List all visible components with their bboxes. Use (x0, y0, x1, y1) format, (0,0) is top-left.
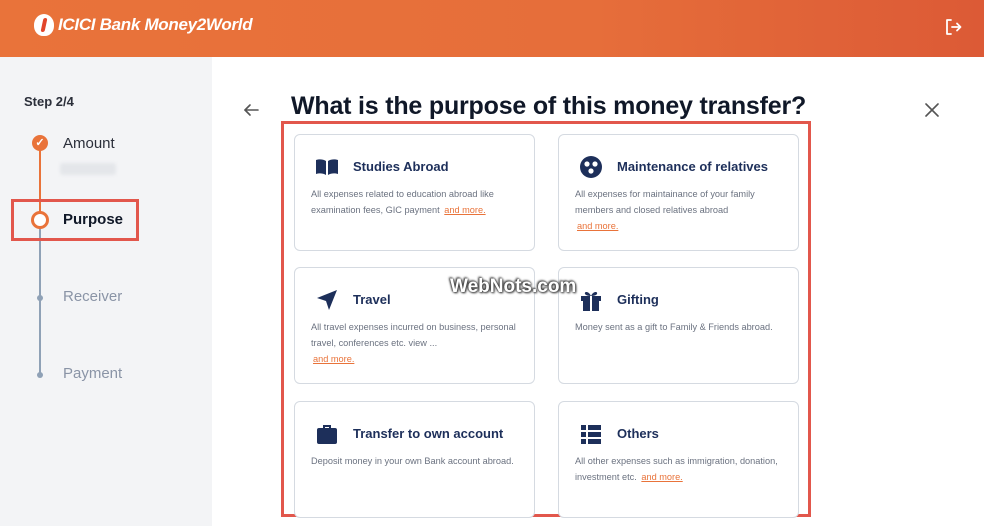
card-title: Gifting (617, 292, 659, 307)
purpose-card-maintenance-of-relatives[interactable]: Maintenance of relatives All expenses fo… (558, 134, 799, 251)
card-description: All other expenses such as immigration, … (575, 453, 785, 485)
close-icon[interactable] (925, 103, 939, 117)
more-link[interactable]: and more. (641, 472, 682, 482)
amount-value-blurred (60, 163, 116, 175)
more-link[interactable]: and more. (313, 354, 354, 364)
card-title: Studies Abroad (353, 159, 449, 174)
book-icon (316, 159, 338, 175)
card-description: All expenses for maintainance of your fa… (575, 186, 785, 234)
card-desc-text: Deposit money in your own Bank account a… (311, 456, 514, 466)
app-header: ICICI Bank Money2World (0, 0, 984, 57)
brand-name: ICICI Bank Money2World (58, 15, 253, 34)
card-description: Deposit money in your own Bank account a… (311, 453, 521, 469)
purpose-card-transfer-to-own-account[interactable]: Transfer to own account Deposit money in… (294, 401, 535, 518)
card-title: Travel (353, 292, 391, 307)
step-amount[interactable]: Amount (63, 135, 115, 152)
more-link[interactable]: and more. (577, 221, 618, 231)
purpose-card-studies-abroad[interactable]: Studies Abroad All expenses related to e… (294, 134, 535, 251)
card-desc-text: All expenses for maintainance of your fa… (575, 189, 755, 215)
icici-logo-icon (34, 14, 54, 36)
back-arrow-icon[interactable] (243, 102, 259, 118)
watermark: WebNots.com (450, 276, 577, 297)
step-dot-receiver (37, 295, 43, 301)
step-dot-payment (37, 372, 43, 378)
progress-line-pending (39, 228, 41, 376)
purpose-card-gifting[interactable]: Gifting Money sent as a gift to Family &… (558, 267, 799, 384)
checkmark-icon: ✓ (32, 135, 48, 151)
briefcase-icon (317, 425, 337, 444)
card-description: All expenses related to education abroad… (311, 186, 521, 218)
purpose-card-others[interactable]: Others All other expenses such as immigr… (558, 401, 799, 518)
card-description: Money sent as a gift to Family & Friends… (575, 319, 785, 335)
card-desc-text: All travel expenses incurred on business… (311, 322, 516, 348)
logout-icon[interactable] (944, 18, 962, 36)
card-title: Others (617, 426, 659, 441)
card-title: Transfer to own account (353, 426, 504, 441)
step-receiver: Receiver (63, 288, 123, 305)
step-counter: Step 2/4 (24, 94, 74, 109)
card-description: All travel expenses incurred on business… (311, 319, 521, 367)
brand-logo: ICICI Bank Money2World (34, 14, 253, 36)
card-desc-text: Money sent as a gift to Family & Friends… (575, 322, 773, 332)
card-title: Maintenance of relatives (617, 159, 768, 174)
list-icon (581, 425, 601, 444)
navigation-icon (317, 290, 337, 310)
more-link[interactable]: and more. (444, 205, 485, 215)
gift-icon (581, 291, 601, 311)
people-icon (580, 156, 602, 178)
page-title: What is the purpose of this money transf… (291, 92, 807, 120)
purpose-highlight-box (11, 199, 139, 241)
step-payment: Payment (63, 365, 123, 382)
